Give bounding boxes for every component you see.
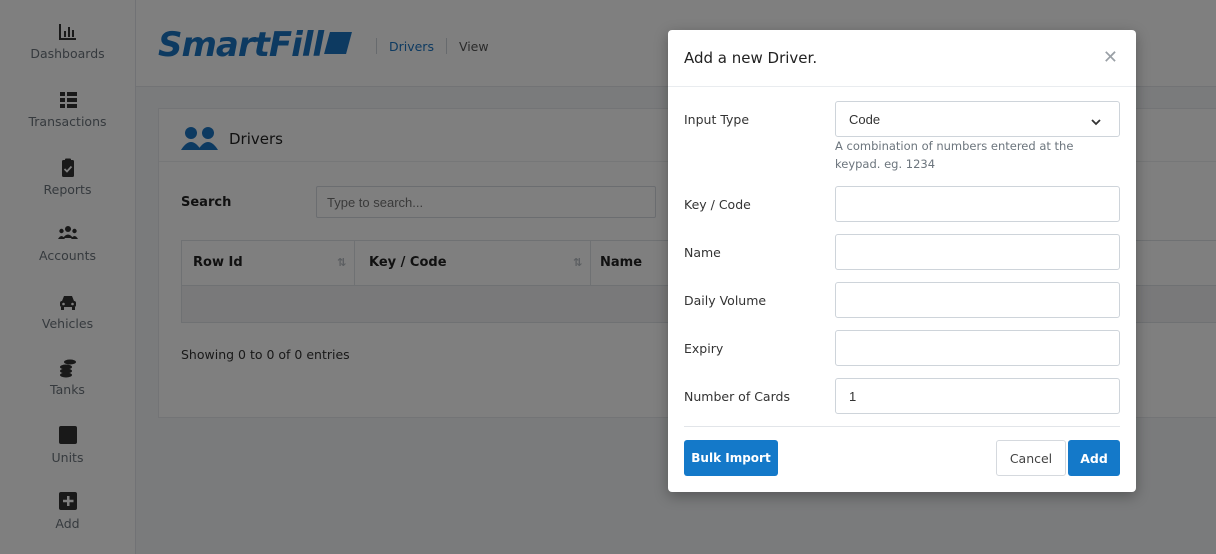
cancel-button[interactable]: Cancel — [996, 440, 1066, 476]
expiry-input[interactable] — [835, 330, 1120, 366]
bulk-import-button[interactable]: Bulk Import — [684, 440, 778, 476]
daily-volume-label: Daily Volume — [684, 293, 767, 308]
daily-volume-input[interactable] — [835, 282, 1120, 318]
number-of-cards-label: Number of Cards — [684, 389, 790, 404]
input-type-select[interactable]: Code — [835, 101, 1120, 137]
key-code-label: Key / Code — [684, 197, 751, 212]
name-input[interactable] — [835, 234, 1120, 270]
key-code-input[interactable] — [835, 186, 1120, 222]
close-icon[interactable]: ✕ — [1103, 48, 1118, 68]
name-label: Name — [684, 245, 721, 260]
modal-title: Add a new Driver. — [684, 49, 818, 67]
add-driver-modal: Add a new Driver. ✕ Input Type Code A co… — [668, 30, 1136, 492]
expiry-label: Expiry — [684, 341, 724, 356]
input-type-help: A combination of numbers entered at the … — [835, 139, 1074, 171]
add-button[interactable]: Add — [1068, 440, 1120, 476]
divider — [668, 86, 1136, 87]
divider — [684, 426, 1120, 427]
input-type-label: Input Type — [684, 112, 750, 127]
number-of-cards-input[interactable] — [835, 378, 1120, 414]
